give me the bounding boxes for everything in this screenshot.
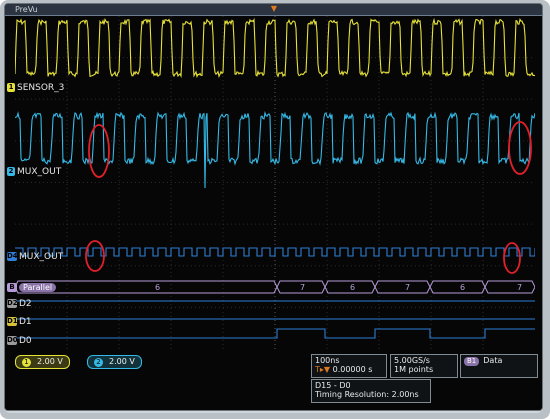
bus-value: 7 [300, 283, 306, 292]
timing-readout[interactable]: D15 - D0 Timing Resolution: 2.00ns [311, 379, 431, 403]
timebase-value: 100ns [315, 356, 340, 365]
ch2-label[interactable]: 2 MUX_OUT [7, 167, 61, 178]
d2-label[interactable]: D2D2 [7, 299, 32, 310]
data-label: Data [483, 356, 503, 365]
trigger-offset: T▸▼ 0.00000 s [315, 365, 383, 374]
ch2-scale-value: 2.00 V [109, 357, 135, 366]
ch1-scale-readout[interactable]: 1 2.00 V [15, 355, 70, 369]
data-readout[interactable]: B1 Data [460, 354, 538, 378]
ch2-indicator-icon: 2 [94, 358, 103, 367]
sample-rate: 5.00GS/s [394, 356, 430, 365]
bus-label[interactable]: B Parallel [7, 282, 57, 294]
bus-value: 6 [350, 283, 356, 292]
timebase-readout[interactable]: 100ns T▸▼ 0.00000 s [311, 354, 387, 378]
ch1-scale-value: 2.00 V [37, 357, 63, 366]
bus-value: 7 [517, 283, 523, 292]
d1-badge: D1 [7, 317, 18, 326]
ch2-number-badge: 2 [7, 167, 15, 176]
ch1-indicator-icon: 1 [22, 358, 31, 367]
bus-badge-icon: B [7, 283, 17, 292]
ch1-number-badge: 1 [7, 83, 15, 92]
d1-name: D1 [19, 317, 32, 327]
waveform-display[interactable] [15, 16, 535, 349]
readout-panel: 1 2.00 V 2 2.00 V 100ns T▸▼ 0.00000 s 5.00… [5, 349, 542, 410]
d1-label[interactable]: D1D1 [7, 317, 32, 328]
prevu-label: PreVu [15, 5, 38, 14]
bus-value: 6 [460, 283, 466, 292]
bus-tag-icon: B1 [464, 357, 480, 366]
bits-range: D15 - D0 [315, 381, 351, 390]
d0-badge: D0 [7, 336, 18, 345]
trigger-position-icon[interactable]: ▼ [270, 4, 278, 13]
ch1-name: SENSOR_3 [17, 83, 65, 93]
bezel: PreVu ▼ 1 SENSOR_3 2 MUX_OUT D4MUX_OUT B Pa… [4, 3, 543, 413]
record-length: 1M points [394, 365, 434, 374]
bus-value: 6 [155, 283, 161, 292]
d0-name: D0 [19, 336, 32, 346]
trigger-delay-icon: T▸▼ [315, 365, 331, 374]
ch2-scale-readout[interactable]: 2 2.00 V [87, 355, 142, 369]
oscilloscope-frame: PreVu ▼ 1 SENSOR_3 2 MUX_OUT D4MUX_OUT B Pa… [0, 0, 550, 419]
d4-label[interactable]: D4MUX_OUT [7, 252, 63, 263]
acquisition-readout[interactable]: 5.00GS/s 1M points [390, 354, 458, 378]
timing-resolution: Timing Resolution: 2.00ns [315, 390, 419, 399]
d4-badge: D4 [7, 252, 18, 261]
ch2-name: MUX_OUT [17, 167, 62, 177]
bus-value: 7 [405, 283, 411, 292]
scope-screen: PreVu ▼ 1 SENSOR_3 2 MUX_OUT D4MUX_OUT B Pa… [4, 3, 543, 411]
top-bar: PreVu ▼ [5, 4, 542, 16]
ch1-label[interactable]: 1 SENSOR_3 [7, 83, 64, 94]
d0-label[interactable]: D0D0 [7, 336, 32, 347]
trigger-offset-value: 0.00000 s [332, 365, 373, 374]
bus-name: Parallel [19, 283, 57, 292]
d4-name: MUX_OUT [19, 252, 64, 262]
d4-waveform [15, 247, 535, 257]
d2-badge: D2 [7, 299, 18, 308]
d2-name: D2 [19, 299, 32, 309]
